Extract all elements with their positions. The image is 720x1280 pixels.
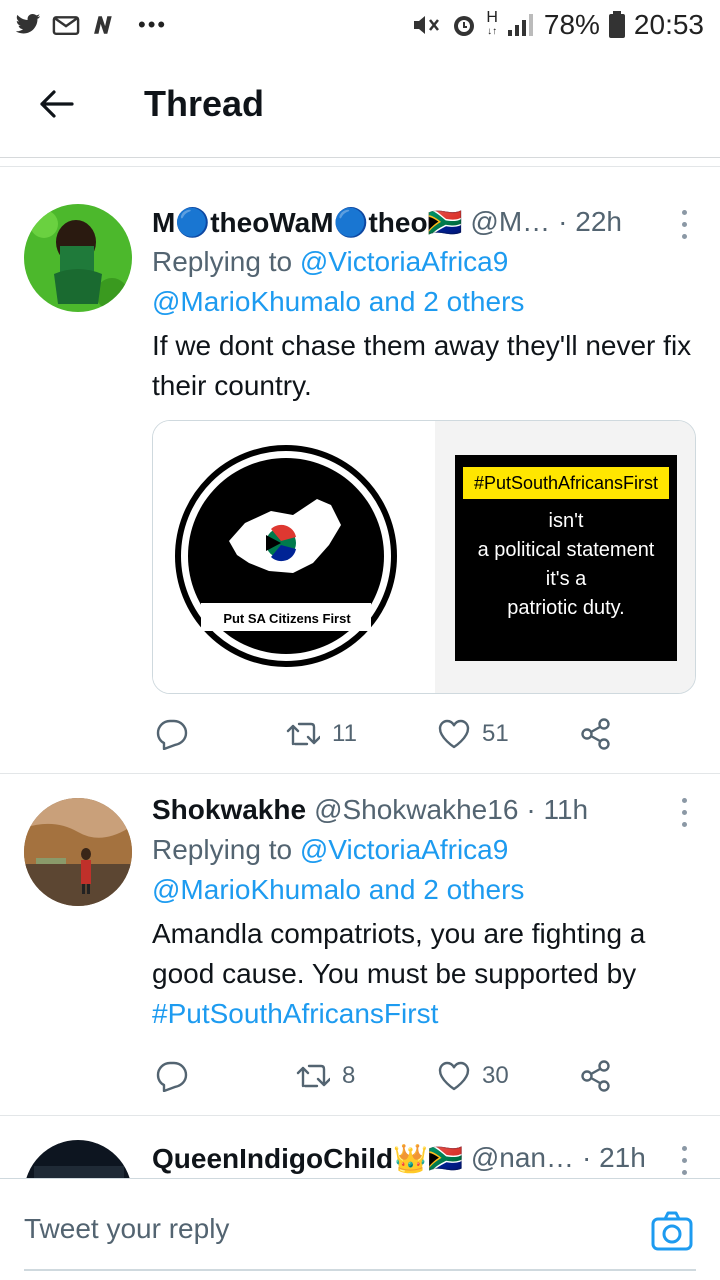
reply-input[interactable]: Tweet your reply bbox=[24, 1213, 229, 1245]
quote-line: it's a bbox=[545, 568, 587, 590]
reply-button[interactable] bbox=[156, 718, 188, 750]
share-button[interactable] bbox=[580, 1060, 612, 1092]
more-options-icon[interactable] bbox=[672, 206, 696, 242]
tweet-body: Shokwakhe @Shokwakhe16 · 11h Replying to… bbox=[152, 790, 696, 1034]
share-icon bbox=[581, 1060, 610, 1092]
tweet-header: QueenIndigoChild👑🇿🇦 @nan… · 21h bbox=[152, 1138, 696, 1178]
network-type-label: H bbox=[486, 9, 498, 26]
media-image-right[interactable]: #PutSouthAfricansFirst isn't a political… bbox=[435, 421, 695, 693]
avatar[interactable] bbox=[24, 798, 132, 906]
heart-icon bbox=[438, 719, 470, 749]
tweet-body: QueenIndigoChild👑🇿🇦 @nan… · 21h bbox=[152, 1138, 696, 1178]
retweet-count: 11 bbox=[332, 720, 357, 747]
battery-icon bbox=[608, 11, 625, 38]
avatar-image bbox=[24, 798, 132, 906]
quote-card-hashtag: #PutSouthAfricansFirst bbox=[463, 467, 669, 499]
alarm-icon bbox=[454, 16, 475, 36]
tweet-text: Amandla compatriots, you are fighting a … bbox=[152, 914, 696, 1034]
avatar-image bbox=[24, 204, 132, 312]
status-bar: ••• H ↓↑ 78% 20:53 bbox=[0, 0, 720, 50]
tweet-actions: 11 51 bbox=[152, 712, 632, 756]
retweet-button[interactable]: 11 bbox=[286, 720, 357, 748]
camera-icon bbox=[651, 1211, 693, 1251]
media-image-left[interactable]: Put SA Citizens First bbox=[153, 421, 435, 693]
like-button[interactable]: 30 bbox=[438, 1061, 509, 1091]
media-left-caption: Put SA Citizens First bbox=[223, 611, 351, 626]
retweet-button[interactable]: 8 bbox=[296, 1062, 355, 1090]
mail-notification-icon bbox=[52, 16, 80, 36]
retweet-count: 8 bbox=[342, 1062, 356, 1089]
replying-to: Replying to @VictoriaAfrica9 bbox=[152, 242, 696, 282]
quote-card-text: isn't a political statement it's a patri… bbox=[455, 507, 677, 623]
avatar[interactable] bbox=[24, 204, 132, 312]
tweet-header: M🔵theoWaM🔵theo🇿🇦 @M… · 22h bbox=[152, 202, 696, 242]
tweet-header: Shokwakhe @Shokwakhe16 · 11h bbox=[152, 790, 696, 830]
news-notification-icon bbox=[94, 16, 112, 34]
reply-icon bbox=[156, 719, 188, 750]
replying-to-link[interactable]: @VictoriaAfrica9 bbox=[300, 834, 508, 865]
author-handle[interactable]: @M… bbox=[470, 206, 550, 238]
replying-prefix: Replying to bbox=[152, 834, 300, 865]
back-arrow-icon bbox=[40, 89, 74, 118]
thread-header: Thread bbox=[0, 50, 720, 158]
tweet-text-body: Amandla compatriots, you are fighting a … bbox=[152, 918, 646, 989]
battery-percent: 78% bbox=[543, 9, 600, 40]
author-handle[interactable]: @nan… bbox=[471, 1142, 574, 1174]
tweet-time: · 11h bbox=[526, 794, 589, 825]
author-name[interactable]: M🔵theoWaM🔵theo🇿🇦 bbox=[152, 206, 462, 239]
tweet[interactable]: QueenIndigoChild👑🇿🇦 @nan… · 21h bbox=[0, 1116, 720, 1178]
author-handle[interactable]: @Shokwakhe16 bbox=[314, 794, 518, 826]
tweet-time: · 22h bbox=[558, 206, 622, 237]
retweet-icon bbox=[286, 722, 320, 746]
quote-line: patriotic duty. bbox=[507, 597, 625, 619]
mute-icon bbox=[414, 16, 440, 34]
author-name[interactable]: QueenIndigoChild👑🇿🇦 bbox=[152, 1142, 463, 1175]
tweet[interactable]: M🔵theoWaM🔵theo🇿🇦 @M… · 22h Replying to @… bbox=[0, 172, 720, 774]
replying-prefix: Replying to bbox=[152, 246, 300, 277]
replying-more-link[interactable]: @MarioKhumalo and 2 others bbox=[152, 282, 696, 322]
hashtag-link[interactable]: #PutSouthAfricansFirst bbox=[152, 998, 438, 1029]
tweet-time: · 21h bbox=[581, 1142, 646, 1173]
quote-card: #PutSouthAfricansFirst isn't a political… bbox=[455, 455, 677, 661]
reply-icon bbox=[156, 1061, 188, 1092]
network-type-icon: H ↓↑ bbox=[486, 9, 498, 38]
signal-icon bbox=[507, 14, 533, 36]
tweet-body: M🔵theoWaM🔵theo🇿🇦 @M… · 22h Replying to @… bbox=[152, 202, 696, 406]
more-options-icon[interactable] bbox=[672, 1142, 696, 1178]
page-title: Thread bbox=[144, 82, 265, 124]
like-count: 51 bbox=[482, 720, 509, 747]
reply-button[interactable] bbox=[156, 1060, 188, 1092]
share-icon bbox=[581, 718, 610, 750]
camera-button[interactable] bbox=[650, 1209, 694, 1253]
like-count: 30 bbox=[482, 1062, 509, 1089]
more-options-icon[interactable] bbox=[672, 794, 696, 830]
like-button[interactable]: 51 bbox=[438, 719, 509, 749]
author-name[interactable]: Shokwakhe bbox=[152, 794, 306, 826]
back-button[interactable] bbox=[26, 74, 86, 134]
twitter-notification-icon bbox=[15, 14, 41, 34]
quote-line: isn't bbox=[548, 510, 584, 532]
tweet-text: If we dont chase them away they'll never… bbox=[152, 330, 692, 401]
retweet-icon bbox=[296, 1064, 330, 1088]
replying-to: Replying to @VictoriaAfrica9 bbox=[152, 830, 696, 870]
reply-input-underline bbox=[24, 1269, 696, 1271]
heart-icon bbox=[438, 1061, 470, 1091]
tweet-media[interactable]: Put SA Citizens First #PutSouthAfricansF… bbox=[152, 420, 696, 694]
replying-to-link[interactable]: @VictoriaAfrica9 bbox=[300, 246, 508, 277]
tweet[interactable]: Shokwakhe @Shokwakhe16 · 11h Replying to… bbox=[0, 774, 720, 1116]
clock: 20:53 bbox=[633, 9, 704, 40]
reply-composer: Tweet your reply bbox=[0, 1178, 720, 1280]
avatar[interactable] bbox=[24, 1140, 132, 1178]
quote-line: a political statement bbox=[477, 539, 655, 561]
put-sa-citizens-logo bbox=[153, 421, 435, 693]
header-divider bbox=[0, 166, 720, 167]
replying-more-link[interactable]: @MarioKhumalo and 2 others bbox=[152, 870, 696, 910]
avatar-image bbox=[24, 1140, 132, 1178]
share-button[interactable] bbox=[580, 718, 612, 750]
tweet-actions: 8 30 bbox=[152, 1054, 632, 1098]
more-notifications-icon: ••• bbox=[138, 12, 168, 37]
